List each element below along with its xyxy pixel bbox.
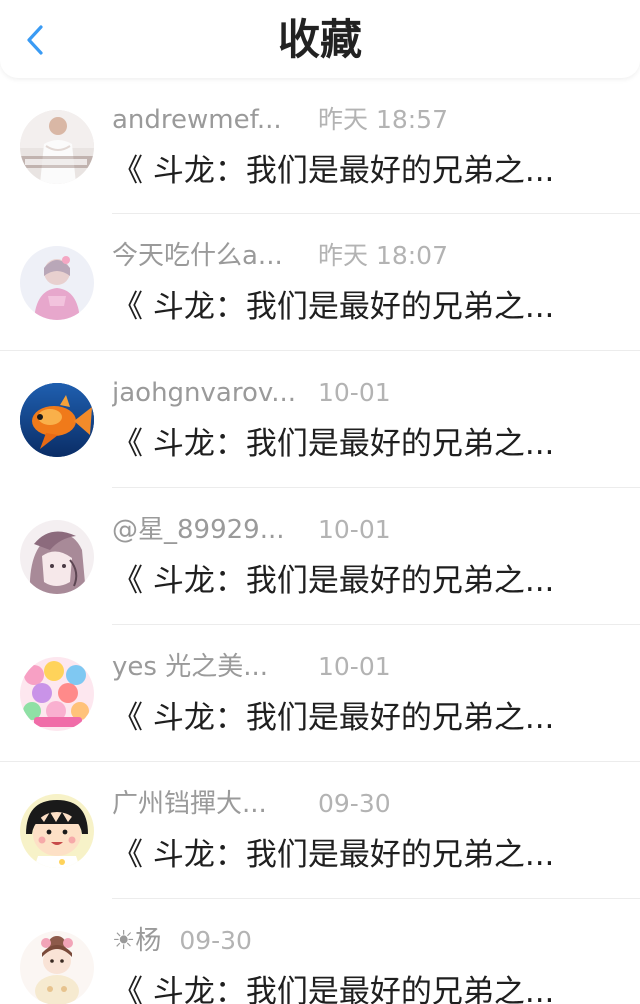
list-item[interactable]: yes 光之美... 10-01 《 斗龙：我们是最好的兄弟之... xyxy=(0,625,640,762)
timestamp: 09-30 xyxy=(318,789,391,818)
timestamp: 10-01 xyxy=(318,515,391,544)
timestamp: 10-01 xyxy=(318,378,391,407)
list-item[interactable]: @星_89929... 10-01 《 斗龙：我们是最好的兄弟之... xyxy=(0,488,640,625)
avatar[interactable] xyxy=(20,520,94,594)
item-meta: yes 光之美... 10-01 xyxy=(112,647,391,687)
item-meta: ☀杨 09-30 xyxy=(112,921,252,961)
item-meta: andrewmef... 昨天 18:57 xyxy=(112,100,448,140)
chevron-left-icon xyxy=(27,25,43,55)
item-meta: 今天吃什么a... 昨天 18:07 xyxy=(112,236,448,276)
item-title: 《 斗龙：我们是最好的兄弟之... xyxy=(112,289,555,325)
author-name: ☀杨 xyxy=(112,926,162,956)
author-name: @星_89929... xyxy=(112,515,285,545)
author-name: yes 光之美... xyxy=(112,652,268,682)
item-title: 《 斗龙：我们是最好的兄弟之... xyxy=(112,974,555,1004)
item-meta: jaohgnvarov... 10-01 xyxy=(112,373,391,413)
list-item[interactable]: andrewmef... 昨天 18:57 《 斗龙：我们是最好的兄弟之... xyxy=(0,78,640,214)
avatar[interactable] xyxy=(20,246,94,320)
favorites-page: 收藏 andrewmef... 昨天 18:57 《 斗龙：我们是最好的兄弟之..… xyxy=(0,0,640,1004)
author-name: andrewmef... xyxy=(112,105,282,135)
favorites-list[interactable]: andrewmef... 昨天 18:57 《 斗龙：我们是最好的兄弟之... 今… xyxy=(0,78,640,1004)
list-item[interactable]: 广州铛撣大... 09-30 《 斗龙：我们是最好的兄弟之... xyxy=(0,762,640,899)
list-item[interactable]: ☀杨 09-30 《 斗龙：我们是最好的兄弟之... xyxy=(0,899,640,1004)
author-name: jaohgnvarov... xyxy=(112,378,297,408)
timestamp: 昨天 18:07 xyxy=(318,241,448,270)
list-item[interactable]: 今天吃什么a... 昨天 18:07 《 斗龙：我们是最好的兄弟之... xyxy=(0,214,640,351)
avatar[interactable] xyxy=(20,383,94,457)
item-meta: @星_89929... 10-01 xyxy=(112,510,391,550)
avatar[interactable] xyxy=(20,657,94,731)
timestamp: 昨天 18:57 xyxy=(318,105,448,134)
author-name: 今天吃什么a... xyxy=(112,241,283,271)
page-title: 收藏 xyxy=(277,15,362,64)
author-name: 广州铛撣大... xyxy=(112,789,267,819)
item-title: 《 斗龙：我们是最好的兄弟之... xyxy=(112,426,555,462)
timestamp: 09-30 xyxy=(179,926,252,955)
item-title: 《 斗龙：我们是最好的兄弟之... xyxy=(112,700,555,736)
avatar[interactable] xyxy=(20,110,94,184)
item-title: 《 斗龙：我们是最好的兄弟之... xyxy=(112,153,555,189)
item-title: 《 斗龙：我们是最好的兄弟之... xyxy=(112,837,555,873)
avatar[interactable] xyxy=(20,931,94,1004)
avatar[interactable] xyxy=(20,794,94,868)
item-meta: 广州铛撣大... 09-30 xyxy=(112,784,391,824)
top-bar: 收藏 xyxy=(0,0,640,78)
back-button[interactable] xyxy=(14,18,58,62)
timestamp: 10-01 xyxy=(318,652,391,681)
list-item[interactable]: jaohgnvarov... 10-01 《 斗龙：我们是最好的兄弟之... xyxy=(0,351,640,488)
item-title: 《 斗龙：我们是最好的兄弟之... xyxy=(112,563,555,599)
